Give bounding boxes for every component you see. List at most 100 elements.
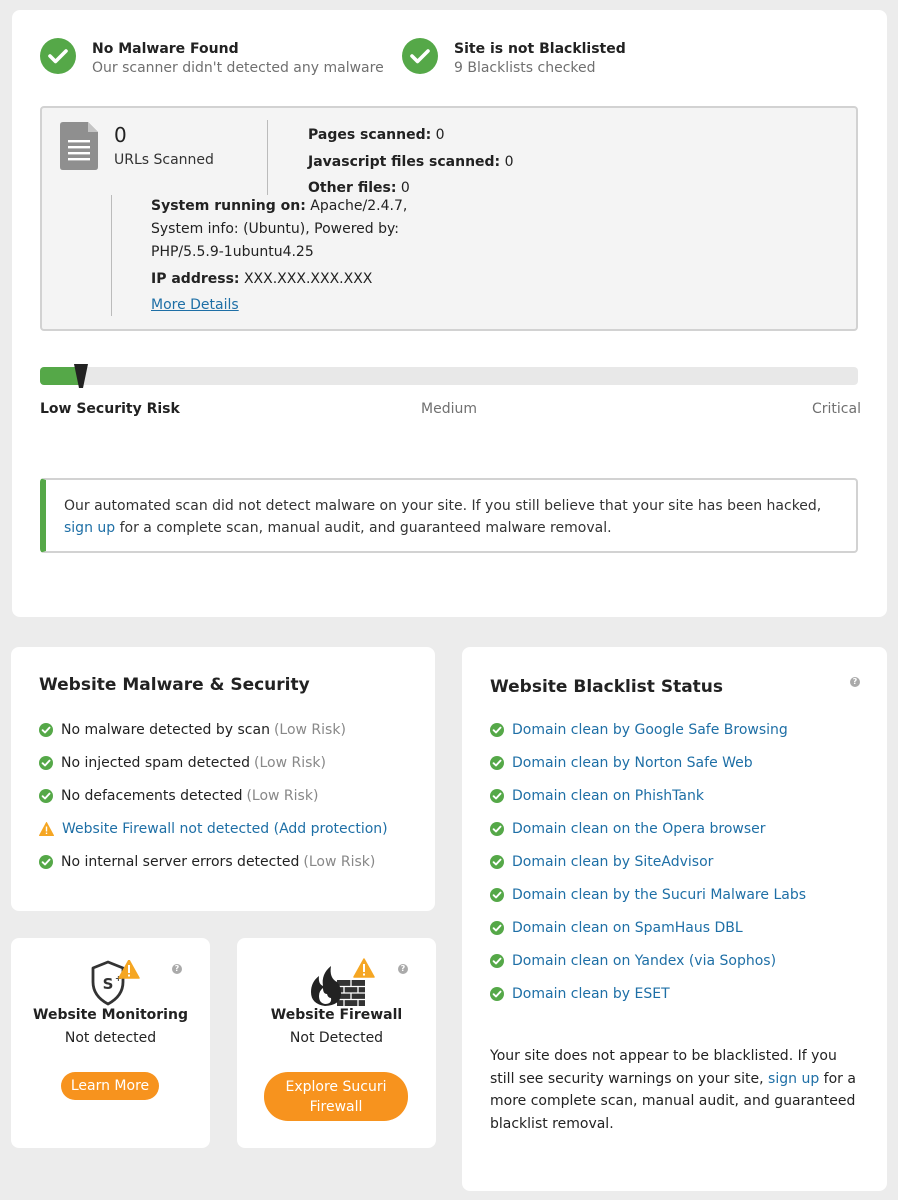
malware-status-subtitle: Our scanner didn't detected any malware (92, 60, 384, 76)
pages-scanned-value: 0 (435, 127, 445, 143)
js-files-value: 0 (504, 153, 514, 170)
item-risk: (Low Risk) (254, 754, 326, 771)
list-item: Website Firewall not detected (Add prote… (39, 812, 388, 845)
scan-notice: Our automated scan did not detect malwar… (40, 478, 858, 553)
scan-details-box: 0 URLs Scanned Pages scanned: 0 Javascri… (40, 106, 858, 331)
more-details-link[interactable]: More Details (151, 297, 239, 313)
pages-scanned-label: Pages scanned: (308, 127, 432, 143)
malware-security-card: Website Malware & Security No malware de… (11, 647, 435, 911)
blacklist-status-title: Site is not Blacklisted (454, 41, 626, 57)
document-icon (60, 122, 98, 170)
list-item: Domain clean on PhishTank (490, 779, 806, 812)
blacklist-note: Your site does not appear to be blacklis… (490, 1045, 862, 1135)
risk-meter (40, 364, 858, 388)
blacklist-signup-link[interactable]: sign up (768, 1071, 819, 1087)
risk-marker-icon (73, 364, 88, 392)
blacklist-link[interactable]: Domain clean on Yandex (via Sophos) (512, 953, 776, 969)
check-circle-icon (39, 722, 53, 737)
blacklist-check-list: Domain clean by Google Safe Browsing Dom… (490, 713, 806, 1010)
list-item: Domain clean by Norton Safe Web (490, 746, 806, 779)
list-item: Domain clean on Yandex (via Sophos) (490, 944, 806, 977)
blacklist-link[interactable]: Domain clean on PhishTank (512, 788, 704, 804)
check-circle-icon (490, 986, 504, 1001)
monitoring-title: Website Monitoring (33, 1007, 188, 1023)
firewall-status: Not Detected (289, 1030, 384, 1046)
list-item: No injected spam detected (Low Risk) (39, 746, 388, 779)
divider (111, 195, 112, 316)
check-circle-icon (39, 854, 53, 869)
list-item: No malware detected by scan (Low Risk) (39, 713, 388, 746)
website-monitoring-card: S + ? Website Monitoring Not detected Le… (11, 938, 210, 1148)
check-icon (40, 38, 76, 74)
system-label: System running on: (151, 198, 306, 214)
check-circle-icon (490, 854, 504, 869)
check-circle-icon (490, 722, 504, 737)
explore-firewall-label-1: Explore Sucuri (285, 1078, 387, 1095)
item-risk: (Low Risk) (303, 853, 376, 870)
svg-text:S: S (103, 975, 114, 993)
malware-status: No Malware Found Our scanner didn't dete… (40, 38, 384, 78)
check-icon (402, 38, 438, 74)
help-icon[interactable]: ? (398, 964, 408, 974)
monitoring-status: Not detected (64, 1030, 157, 1046)
shield-icon: S + (91, 959, 147, 1010)
list-item: Domain clean on SpamHaus DBL (490, 911, 806, 944)
help-icon[interactable]: ? (172, 964, 182, 974)
risk-medium-label: Medium (421, 401, 477, 417)
check-circle-icon (490, 788, 504, 803)
list-item: Domain clean by Google Safe Browsing (490, 713, 806, 746)
learn-more-button[interactable]: Learn More (61, 1072, 159, 1100)
notice-text: Our automated scan did not detect malwar… (64, 498, 822, 514)
system-info: System running on: Apache/2.4.7, System … (151, 195, 411, 317)
blacklist-status-card: Website Blacklist Status ? Domain clean … (462, 647, 887, 1191)
list-item: Domain clean by the Sucuri Malware Labs (490, 878, 806, 911)
malware-status-title: No Malware Found (92, 41, 239, 57)
risk-critical-label: Critical (812, 401, 861, 417)
item-risk: (Low Risk) (246, 787, 319, 804)
list-item: Domain clean by ESET (490, 977, 806, 1010)
blacklist-link[interactable]: Domain clean by ESET (512, 986, 670, 1002)
divider (267, 120, 268, 195)
other-files-label: Other files: (308, 180, 397, 196)
ip-label: IP address: (151, 271, 240, 287)
scan-stats: Pages scanned: 0 Javascript files scanne… (308, 122, 514, 202)
help-icon[interactable]: ? (850, 677, 860, 687)
blacklist-link[interactable]: Domain clean by Norton Safe Web (512, 755, 753, 771)
blacklist-status: Site is not Blacklisted 9 Blacklists che… (402, 38, 626, 78)
list-item: No defacements detected (Low Risk) (39, 779, 388, 812)
list-item: No internal server errors detected (Low R… (39, 845, 388, 878)
risk-low-label: Low Security Risk (40, 401, 180, 417)
urls-scanned-label: URLs Scanned (114, 152, 214, 168)
website-firewall-card: ? Website Firewall Not Detected Explore … (237, 938, 436, 1148)
explore-firewall-label-2: Firewall (309, 1098, 363, 1115)
check-circle-icon (39, 755, 53, 770)
firewall-title: Website Firewall (270, 1007, 403, 1023)
blacklist-card-title: Website Blacklist Status (490, 677, 724, 697)
blacklist-status-subtitle: 9 Blacklists checked (454, 60, 596, 76)
js-files-label: Javascript files scanned: (308, 153, 501, 170)
list-item: Domain clean on the Opera browser (490, 812, 806, 845)
malware-card-title: Website Malware & Security (39, 675, 310, 695)
urls-scanned-count: 0 (114, 123, 127, 147)
list-item: Domain clean by SiteAdvisor (490, 845, 806, 878)
malware-check-list: No malware detected by scan (Low Risk) No… (39, 713, 388, 878)
blacklist-link[interactable]: Domain clean by SiteAdvisor (512, 854, 713, 870)
blacklist-link[interactable]: Domain clean by the Sucuri Malware Labs (512, 887, 806, 903)
item-text: No defacements detected (61, 787, 243, 804)
firewall-add-protection-link[interactable]: Website Firewall not detected (Add prote… (62, 821, 388, 837)
check-circle-icon (490, 920, 504, 935)
item-text: No malware detected by scan (61, 721, 270, 738)
notice-text-cont: for a complete scan, manual audit, and g… (119, 520, 612, 536)
explore-firewall-button[interactable]: Explore Sucuri Firewall (264, 1072, 408, 1121)
notice-signup-link[interactable]: sign up (64, 520, 115, 536)
item-text: No injected spam detected (61, 754, 251, 771)
blacklist-link[interactable]: Domain clean by Google Safe Browsing (512, 722, 788, 738)
check-circle-icon (490, 953, 504, 968)
blacklist-link[interactable]: Domain clean on SpamHaus DBL (512, 920, 743, 936)
scan-summary-card: No Malware Found Our scanner didn't dete… (12, 10, 887, 617)
check-circle-icon (490, 821, 504, 836)
check-circle-icon (490, 887, 504, 902)
other-files-value: 0 (400, 180, 410, 196)
ip-value: XXX.XXX.XXX.XXX (243, 271, 373, 287)
blacklist-link[interactable]: Domain clean on the Opera browser (512, 821, 766, 837)
